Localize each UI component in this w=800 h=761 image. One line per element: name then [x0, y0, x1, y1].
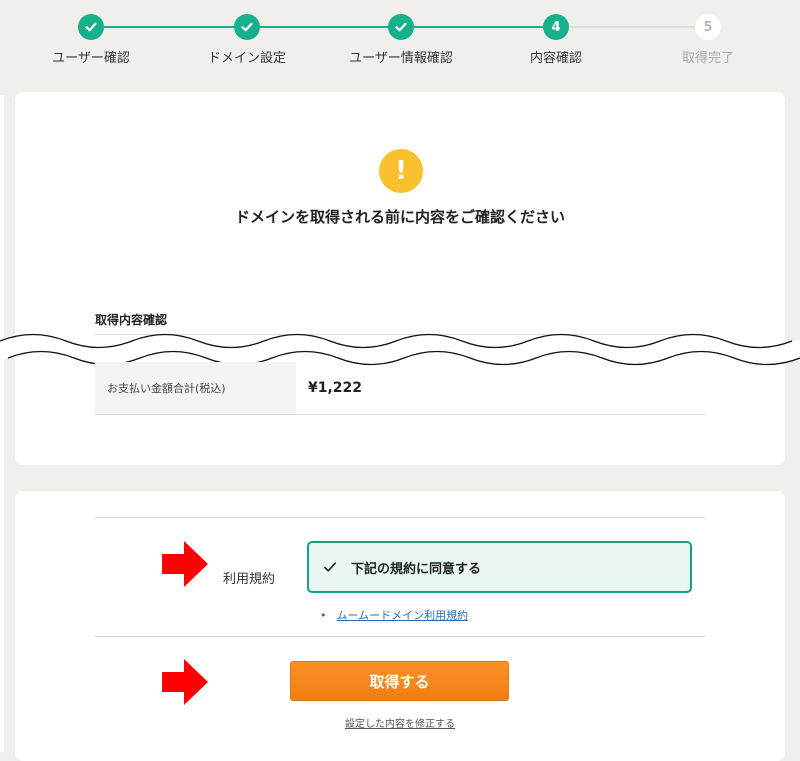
bullet-icon: • [320, 609, 327, 622]
divider [95, 517, 705, 518]
step-connector [260, 26, 388, 28]
progress-stepper: 4 5 ユーザー確認 ドメイン設定 ユーザー情報確認 内容確認 取得完了 [0, 0, 800, 90]
red-arrow-annotation-icon [162, 541, 208, 587]
step-label-user-info-check: ユーザー情報確認 [349, 51, 453, 66]
page-headline: ドメインを取得される前に内容をご確認ください [234, 208, 565, 226]
total-amount-label: お支払い金額合計(税込) [95, 362, 296, 414]
total-amount-row: お支払い金額合計(税込) ¥1,222 [95, 362, 705, 415]
check-icon [324, 562, 336, 572]
check-icon [85, 22, 97, 32]
step-connector [104, 26, 234, 28]
red-arrow-annotation-icon [162, 659, 208, 705]
step-connector [414, 26, 543, 28]
step-label-user-check: ユーザー確認 [52, 51, 130, 66]
step-label-domain-settings: ドメイン設定 [207, 51, 286, 66]
terms-label: 利用規約 [223, 572, 276, 587]
step-5-pending: 5 [695, 14, 721, 40]
background-strip [0, 95, 4, 752]
check-icon [395, 22, 407, 32]
omission-wave-divider [0, 333, 800, 366]
section-title: 取得内容確認 [95, 313, 168, 327]
agree-terms-checkbox[interactable]: 下記の規約に同意する [307, 541, 692, 593]
warning-icon: ! [379, 149, 423, 193]
step-2-done [234, 14, 260, 40]
divider [95, 636, 705, 637]
step-label-content-check: 内容確認 [529, 51, 582, 66]
modify-settings-link-wrap: 設定した内容を修正する [0, 715, 800, 730]
modify-settings-link[interactable]: 設定した内容を修正する [345, 719, 455, 730]
step-1-done [78, 14, 104, 40]
terms-link-list: • ムームードメイン利用規約 [320, 607, 468, 623]
step-connector [569, 26, 695, 28]
agree-terms-label: 下記の規約に同意する [351, 561, 482, 577]
step-3-done [388, 14, 414, 40]
terms-of-service-link[interactable]: ムームードメイン利用規約 [337, 609, 469, 622]
step-label-complete: 取得完了 [681, 51, 734, 66]
step-4-current: 4 [543, 14, 569, 40]
check-icon [241, 22, 253, 32]
acquire-domain-button[interactable]: 取得する [290, 661, 509, 701]
total-amount-value: ¥1,222 [308, 380, 363, 396]
